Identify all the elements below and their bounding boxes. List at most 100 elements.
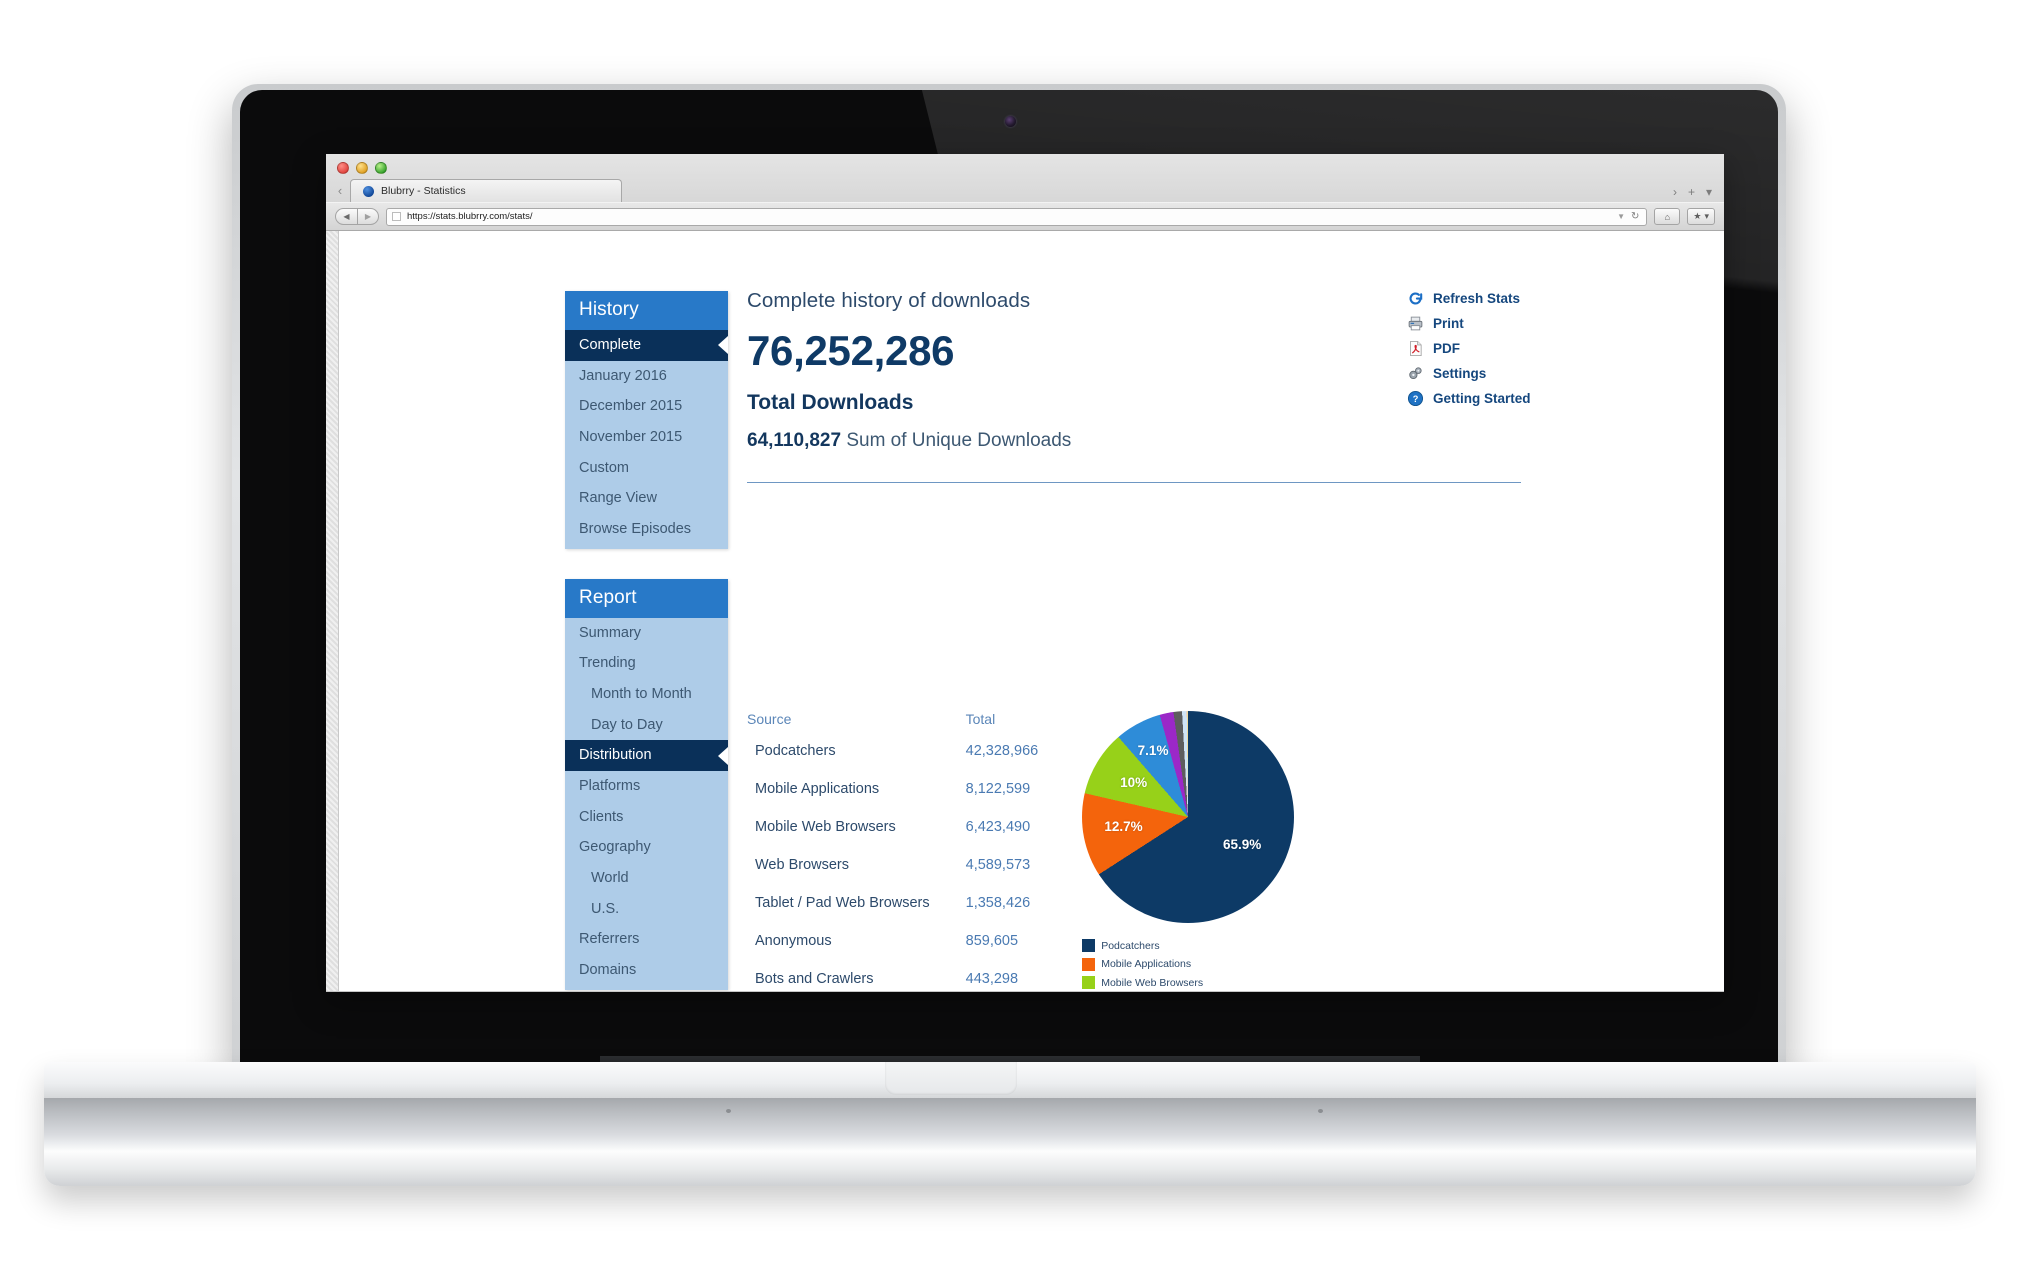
table-row: Tablet / Pad Web Browsers 1,358,426 <box>747 895 1038 933</box>
close-window-icon[interactable] <box>337 162 349 174</box>
pdf-action[interactable]: PDF <box>1406 339 1616 357</box>
history-nav-block: History Complete January 2016 December 2… <box>565 291 728 549</box>
sidebar-item-label: Trending <box>579 655 636 672</box>
reader-view-icon[interactable] <box>392 212 401 221</box>
cell-total: 8,122,599 <box>965 781 1031 797</box>
table-row: Anonymous 859,605 <box>747 933 1038 971</box>
sidebar-item-label: Domains <box>579 962 637 979</box>
legend-row: Podcatchers <box>1082 939 1330 952</box>
sidebar-item-trending[interactable]: Trending <box>565 648 728 679</box>
minimize-window-icon[interactable] <box>356 162 368 174</box>
sidebar-item-label: Custom <box>579 459 629 476</box>
table-row: Mobile Web Browsers 6,423,490 <box>747 819 1038 857</box>
pdf-icon <box>1406 339 1424 357</box>
cell-source: Bots and Crawlers <box>755 971 874 987</box>
cell-source: Mobile Applications <box>755 781 880 797</box>
sidebar-item-label: Distribution <box>579 747 652 764</box>
section-divider <box>747 482 1521 483</box>
print-label: Print <box>1433 315 1464 331</box>
sidebar-item-browse-episodes[interactable]: Browse Episodes <box>565 514 728 549</box>
navigation-buttons[interactable]: ◀ ▶ <box>335 208 379 225</box>
chevron-down-icon[interactable]: ▼ <box>1617 212 1625 221</box>
sidebar-item-month-to-month[interactable]: Month to Month <box>565 679 728 710</box>
table-row: Mobile Applications 8,122,599 <box>747 781 1038 819</box>
cell-source: Anonymous <box>755 933 832 949</box>
forward-button[interactable]: ▶ <box>357 208 379 225</box>
tab-overflow-left-icon[interactable]: ‹ <box>330 180 350 202</box>
tab-label: Blubrry - Statistics <box>381 185 466 197</box>
sidebar-item-november-2015[interactable]: November 2015 <box>565 422 728 453</box>
printer-icon <box>1406 314 1424 332</box>
browser-status-bar: × <box>326 991 1724 992</box>
cell-total: 4,589,573 <box>965 857 1031 873</box>
window-traffic-lights[interactable] <box>326 154 1724 176</box>
sidebar-item-december-2015[interactable]: December 2015 <box>565 391 728 422</box>
reload-icon[interactable]: ↻ <box>1631 211 1641 222</box>
print-action[interactable]: Print <box>1406 314 1616 332</box>
sidebar: History Complete January 2016 December 2… <box>565 291 728 992</box>
pie-legend: Podcatchers Mobile Applications Mobile W… <box>1082 939 1330 992</box>
getting-started-action[interactable]: ? Getting Started <box>1406 389 1616 407</box>
new-tab-icon[interactable]: + <box>1688 185 1695 199</box>
source-table-wrap: Source Total Podcatchers 42,328,966 Mobil… <box>747 711 1038 992</box>
sidebar-item-geography[interactable]: Geography <box>565 832 728 863</box>
sidebar-item-us[interactable]: U.S. <box>565 894 728 925</box>
sidebar-item-january-2016[interactable]: January 2016 <box>565 361 728 392</box>
show-all-tabs-icon[interactable]: › <box>1673 185 1677 199</box>
history-nav-title: History <box>565 291 728 330</box>
sidebar-item-platforms[interactable]: Platforms <box>565 771 728 802</box>
report-nav-title: Report <box>565 578 728 618</box>
column-header-source: Source <box>747 711 792 727</box>
unique-downloads-line: 64,110,827 Sum of Unique Downloads <box>747 430 1704 452</box>
cell-source: Tablet / Pad Web Browsers <box>755 895 930 911</box>
home-button[interactable]: ⌂ <box>1654 208 1681 225</box>
tab-menu-icon[interactable]: ▾ <box>1706 185 1712 199</box>
laptop-mockup: ‹ Blubrry - Statistics › + ▾ ◀ ▶ https:/… <box>0 0 2020 1268</box>
sidebar-item-label: World <box>591 870 629 887</box>
sidebar-item-domains[interactable]: Domains <box>565 955 728 990</box>
pie-label-podcatchers: 65.9% <box>1223 837 1262 853</box>
legend-swatch <box>1082 939 1096 952</box>
base-screw-left <box>726 1109 731 1113</box>
sidebar-item-label: Day to Day <box>591 716 663 733</box>
back-button[interactable]: ◀ <box>335 208 357 225</box>
bookmarks-button[interactable]: ★ ▾ <box>1687 208 1715 225</box>
sidebar-item-complete[interactable]: Complete <box>565 330 728 361</box>
pie-label-web-browsers: 7.1% <box>1137 742 1169 758</box>
refresh-stats-action[interactable]: Refresh Stats <box>1406 289 1616 307</box>
cell-total: 6,423,490 <box>965 819 1031 835</box>
unique-downloads-label: Sum of Unique Downloads <box>846 430 1072 451</box>
webcam-icon <box>1005 116 1016 127</box>
sidebar-item-summary[interactable]: Summary <box>565 618 728 649</box>
cell-source: Podcatchers <box>755 743 836 759</box>
sidebar-item-label: Referrers <box>579 931 640 948</box>
cell-source: Mobile Web Browsers <box>755 819 896 835</box>
address-bar[interactable]: https://stats.blubrry.com/stats/ ▼ ↻ <box>386 207 1648 226</box>
maximize-window-icon[interactable] <box>375 162 387 174</box>
settings-action[interactable]: Settings <box>1406 364 1616 382</box>
sidebar-item-world[interactable]: World <box>565 863 728 894</box>
sidebar-item-custom[interactable]: Custom <box>565 453 728 484</box>
table-row: Web Browsers 4,589,573 <box>747 857 1038 895</box>
sidebar-item-label: Summary <box>579 624 642 641</box>
sidebar-item-clients[interactable]: Clients <box>565 802 728 833</box>
sidebar-item-day-to-day[interactable]: Day to Day <box>565 710 728 741</box>
sidebar-item-referrers[interactable]: Referrers <box>565 924 728 955</box>
base-screw-right <box>1318 1109 1323 1113</box>
tab-blubrry-statistics[interactable]: Blubrry - Statistics <box>350 179 622 202</box>
source-table: Source Total Podcatchers 42,328,966 Mobil… <box>747 711 1038 992</box>
chevron-down-icon: ▾ <box>1704 211 1709 221</box>
laptop-base-notch <box>885 1062 1017 1095</box>
sidebar-item-distribution[interactable]: Distribution <box>565 740 728 772</box>
url-text: https://stats.blubrry.com/stats/ <box>407 211 533 222</box>
sidebar-item-label: Clients <box>579 808 624 825</box>
browser-chrome: ‹ Blubrry - Statistics › + ▾ ◀ ▶ https:/… <box>326 154 1724 231</box>
refresh-icon <box>1406 289 1424 307</box>
distribution-pie-chart: 65.9% 12.7% 10% 7.1% <box>1082 711 1295 923</box>
legend-label: Mobile Applications <box>1101 958 1192 970</box>
sidebar-item-label: Geography <box>579 839 651 856</box>
legend-row: Mobile Web Browsers <box>1082 976 1330 989</box>
pie-label-mobile-web-browsers: 10% <box>1120 775 1148 791</box>
sidebar-item-range-view[interactable]: Range View <box>565 483 728 514</box>
table-row: Podcatchers 42,328,966 <box>747 743 1038 781</box>
